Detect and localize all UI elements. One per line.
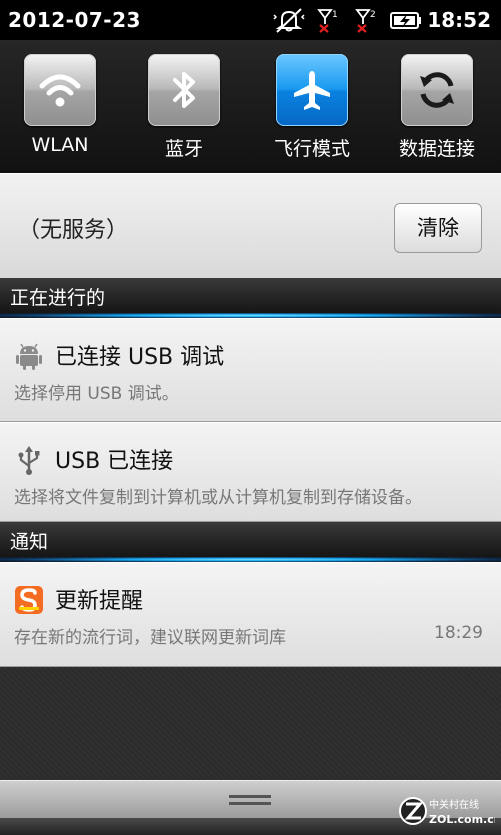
carrier-row: （无服务） 清除	[0, 173, 501, 279]
status-time: 18:52	[427, 8, 491, 32]
wlan-tile[interactable]	[24, 54, 96, 126]
data-connection-tile[interactable]	[401, 54, 473, 126]
carrier-status: （无服务）	[18, 218, 129, 243]
toggle-label: 蓝牙	[164, 138, 203, 160]
notification-subtitle: 选择将文件复制到计算机或从计算机复制到存储设备。	[14, 488, 422, 508]
wifi-icon	[39, 74, 81, 107]
notifications-section-header: 通知	[0, 522, 501, 562]
status-bar: 2012-07-23 1 2 18:52	[0, 0, 501, 40]
airplane-mode-tile[interactable]	[276, 54, 348, 126]
drag-handle-icon[interactable]	[229, 794, 271, 806]
usb-icon	[18, 446, 40, 475]
toggle-label: 飞行模式	[273, 138, 350, 160]
svg-text:1: 1	[332, 10, 338, 20]
sogou-input-icon	[15, 586, 43, 614]
notification-usb-debugging[interactable]: 已连接 USB 调试 选择停用 USB 调试。	[0, 318, 501, 422]
notification-title: 已连接 USB 调试	[55, 345, 225, 370]
section-title: 正在进行的	[10, 287, 106, 309]
status-date: 2012-07-23	[8, 8, 141, 32]
notification-subtitle: 存在新的流行词，建议联网更新词库	[14, 628, 286, 648]
android-icon	[16, 343, 42, 370]
ongoing-section-header: 正在进行的	[0, 278, 501, 318]
toggle-label: 数据连接	[398, 138, 475, 160]
bluetooth-icon	[173, 72, 195, 108]
data-connection-toggle[interactable]: 数据连接	[392, 54, 482, 174]
notification-time: 18:29	[434, 623, 483, 643]
bluetooth-toggle[interactable]: 蓝牙	[139, 54, 229, 174]
section-title: 通知	[10, 531, 49, 553]
silent-mode-icon	[273, 8, 305, 33]
airplane-mode-toggle[interactable]: 飞行模式	[267, 54, 357, 174]
toggle-label: WLAN	[31, 134, 89, 156]
empty-area	[0, 667, 501, 780]
notification-usb-connected[interactable]: USB 已连接 选择将文件复制到计算机或从计算机复制到存储设备。	[0, 422, 501, 522]
notification-title: 更新提醒	[55, 589, 144, 614]
svg-text:中关村在线: 中关村在线	[429, 798, 479, 811]
sim2-no-signal-icon: 2	[355, 9, 376, 33]
notification-update-reminder[interactable]: 更新提醒 存在新的流行词，建议联网更新词库 18:29	[0, 562, 501, 667]
quick-settings-panel: WLAN 蓝牙 飞行模式 数据连接	[0, 40, 501, 209]
notification-subtitle: 选择停用 USB 调试。	[14, 384, 179, 404]
notification-title: USB 已连接	[55, 449, 174, 474]
bluetooth-tile[interactable]	[148, 54, 220, 126]
svg-text:ZOL.com.cn: ZOL.com.cn	[429, 813, 495, 826]
wlan-toggle[interactable]: WLAN	[15, 54, 105, 174]
battery-charging-icon	[390, 12, 421, 29]
airplane-icon	[294, 71, 330, 110]
sync-icon	[420, 72, 454, 108]
sim1-no-signal-icon: 1	[317, 9, 338, 33]
svg-text:2: 2	[370, 10, 376, 20]
clear-button[interactable]: 清除	[394, 203, 482, 253]
zol-watermark-logo: 中关村在线 ZOL.com.cn	[399, 797, 495, 826]
